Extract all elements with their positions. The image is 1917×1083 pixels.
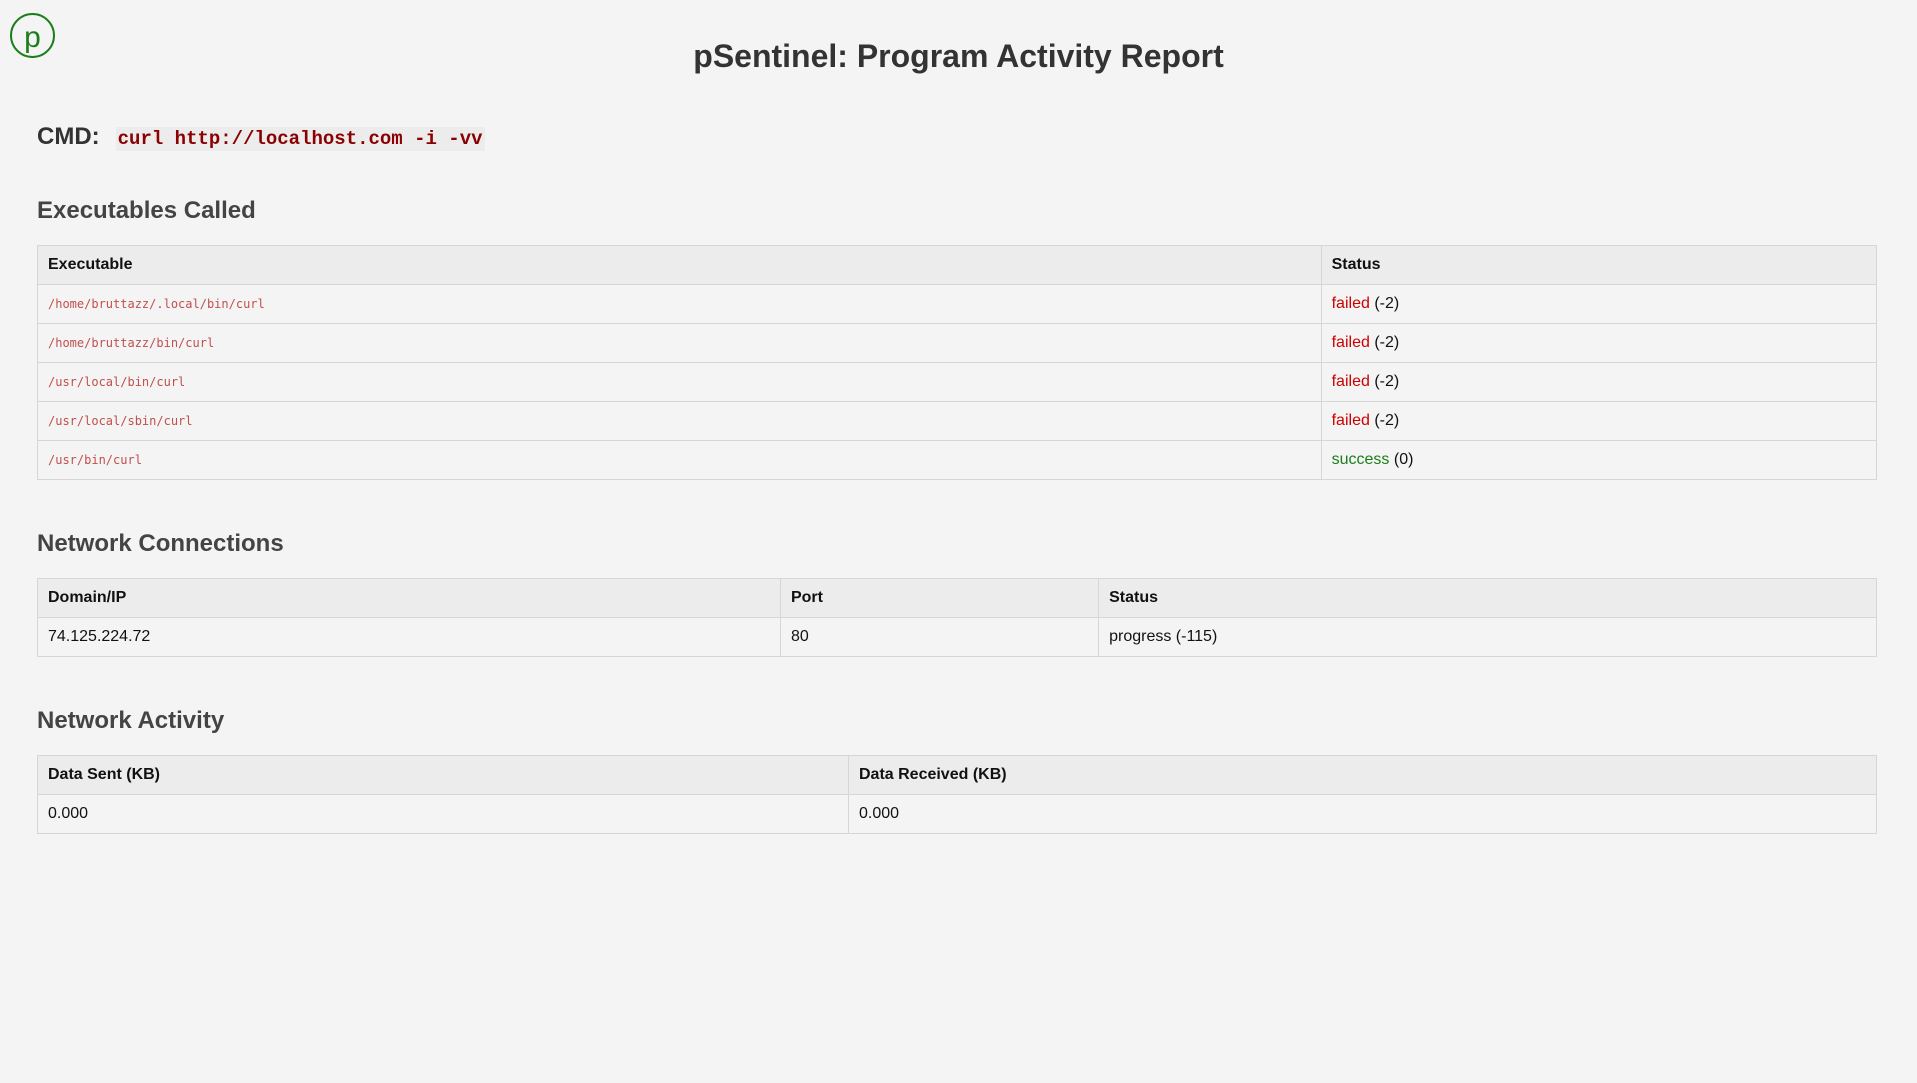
executable-cell: /home/bruttazz/bin/curl xyxy=(37,323,1322,363)
table-row: /usr/local/sbin/curl failed (-2) xyxy=(37,401,1878,441)
table-row: 0.000 0.000 xyxy=(37,794,1878,834)
command-line: CMD: curl http://localhost.com -i -vv xyxy=(37,123,1877,157)
executables-table: Executable Status /home/bruttazz/.local/… xyxy=(37,245,1878,480)
cmd-label: CMD: xyxy=(37,123,100,150)
domain-cell: 74.125.224.72 xyxy=(37,617,781,657)
executable-path: /usr/bin/curl xyxy=(48,453,142,467)
column-header-executable: Executable xyxy=(37,245,1322,285)
status-cell: success (0) xyxy=(1320,440,1878,480)
status-text: failed xyxy=(1331,373,1370,390)
executable-cell: /usr/bin/curl xyxy=(37,440,1322,480)
column-header-domain: Domain/IP xyxy=(37,578,781,618)
status-code: (-2) xyxy=(1374,412,1400,429)
network-activity-table: Data Sent (KB) Data Received (KB) 0.000 … xyxy=(37,755,1878,834)
status-text: failed xyxy=(1331,295,1370,312)
table-header-row: Data Sent (KB) Data Received (KB) xyxy=(37,755,1878,795)
column-header-status: Status xyxy=(1320,245,1878,285)
page-title: pSentinel: Program Activity Report xyxy=(693,38,1224,74)
status-text: failed xyxy=(1331,334,1370,351)
network-activity-heading: Network Activity xyxy=(37,707,225,734)
network-connections-heading: Network Connections xyxy=(37,530,284,557)
table-header-row: Domain/IP Port Status xyxy=(37,578,1877,618)
status-cell: failed (-2) xyxy=(1320,401,1878,441)
status-text: failed xyxy=(1331,412,1370,429)
status-code: (0) xyxy=(1393,451,1414,468)
table-row: 74.125.224.72 80 progress (-115) xyxy=(37,617,1877,657)
executable-cell: /usr/local/bin/curl xyxy=(37,362,1322,402)
column-header-status: Status xyxy=(1098,578,1877,618)
column-header-port: Port xyxy=(779,578,1100,618)
executable-path: /home/bruttazz/bin/curl xyxy=(48,336,215,350)
status-code: (-2) xyxy=(1374,295,1400,312)
connection-status-cell: progress (-115) xyxy=(1098,617,1877,657)
report-content: CMD: curl http://localhost.com -i -vv Ex… xyxy=(37,123,1878,834)
table-row: /home/bruttazz/.local/bin/curl failed (-… xyxy=(37,284,1878,324)
status-text: success xyxy=(1331,451,1390,468)
executable-path: /home/bruttazz/.local/bin/curl xyxy=(48,297,265,311)
network-connections-table: Domain/IP Port Status 74.125.224.72 80 p… xyxy=(37,578,1877,657)
column-header-data-sent: Data Sent (KB) xyxy=(37,755,849,795)
data-received-cell: 0.000 xyxy=(847,794,1878,834)
status-cell: failed (-2) xyxy=(1320,323,1878,363)
status-code: (-2) xyxy=(1374,334,1400,351)
table-row: /home/bruttazz/bin/curl failed (-2) xyxy=(37,323,1878,363)
executable-cell: /home/bruttazz/.local/bin/curl xyxy=(37,284,1322,324)
status-cell: failed (-2) xyxy=(1320,362,1878,402)
column-header-data-received: Data Received (KB) xyxy=(847,755,1878,795)
table-row: /usr/bin/curl success (0) xyxy=(37,440,1878,480)
data-sent-cell: 0.000 xyxy=(37,794,849,834)
table-header-row: Executable Status xyxy=(37,245,1878,285)
table-row: /usr/local/bin/curl failed (-2) xyxy=(37,362,1878,402)
command-text: curl http://localhost.com -i -vv xyxy=(115,127,485,151)
status-code: (-2) xyxy=(1374,373,1400,390)
executable-path: /usr/local/bin/curl xyxy=(48,375,186,389)
status-cell: failed (-2) xyxy=(1320,284,1878,324)
executable-cell: /usr/local/sbin/curl xyxy=(37,401,1322,441)
port-cell: 80 xyxy=(779,617,1100,657)
executable-path: /usr/local/sbin/curl xyxy=(48,414,193,428)
executables-heading: Executables Called xyxy=(37,197,256,224)
